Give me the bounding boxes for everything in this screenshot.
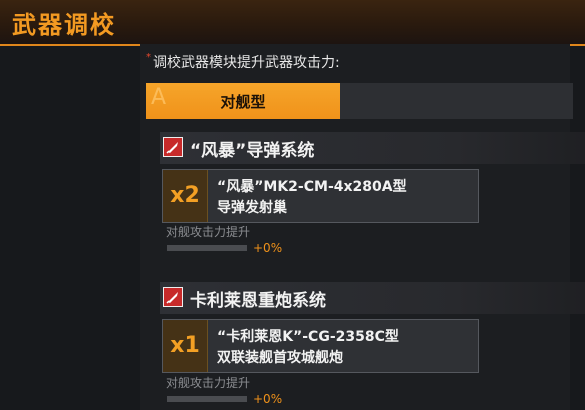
- section-missile-system: “风暴”导弹系统: [160, 132, 585, 164]
- progress-bar: [167, 396, 247, 402]
- stat-label: 对舰攻击力提升: [166, 225, 251, 239]
- module-name: “卡利莱恩K”-CG-2358C型: [217, 329, 399, 345]
- module-name: “风暴”MK2-CM-4x280A型: [217, 179, 407, 195]
- stat-value: +0%: [253, 392, 283, 406]
- section-cannon-system: 卡利莱恩重炮系统: [160, 282, 585, 314]
- module-count: x1: [163, 320, 208, 372]
- stat-label: 对舰攻击力提升: [166, 376, 251, 390]
- progress-bar: [167, 245, 247, 251]
- stat-value: +0%: [253, 241, 283, 255]
- section-title: “风暴”导弹系统: [190, 141, 315, 161]
- instruction-text: * 调校武器模块提升武器攻击力:: [146, 52, 340, 72]
- cannon-icon: [163, 287, 183, 307]
- module-type: 双联装舰首攻城舰炮: [217, 350, 343, 366]
- module-card-cannon[interactable]: x1 “卡利莱恩K”-CG-2358C型 双联装舰首攻城舰炮: [162, 319, 479, 373]
- section-title: 卡利莱恩重炮系统: [190, 291, 326, 311]
- tab-anti-ship-label: 对舰型: [220, 93, 266, 111]
- page-title: 武器调校: [12, 11, 116, 39]
- missile-icon: [163, 137, 183, 157]
- instruction-label: 调校武器模块提升武器攻击力:: [153, 55, 340, 71]
- required-marker: *: [146, 52, 151, 63]
- module-count: x2: [163, 170, 208, 222]
- module-type: 导弹发射巢: [217, 200, 287, 216]
- module-card-missile[interactable]: x2 “风暴”MK2-CM-4x280A型 导弹发射巢: [162, 169, 479, 223]
- header-bar: 武器调校: [0, 0, 585, 46]
